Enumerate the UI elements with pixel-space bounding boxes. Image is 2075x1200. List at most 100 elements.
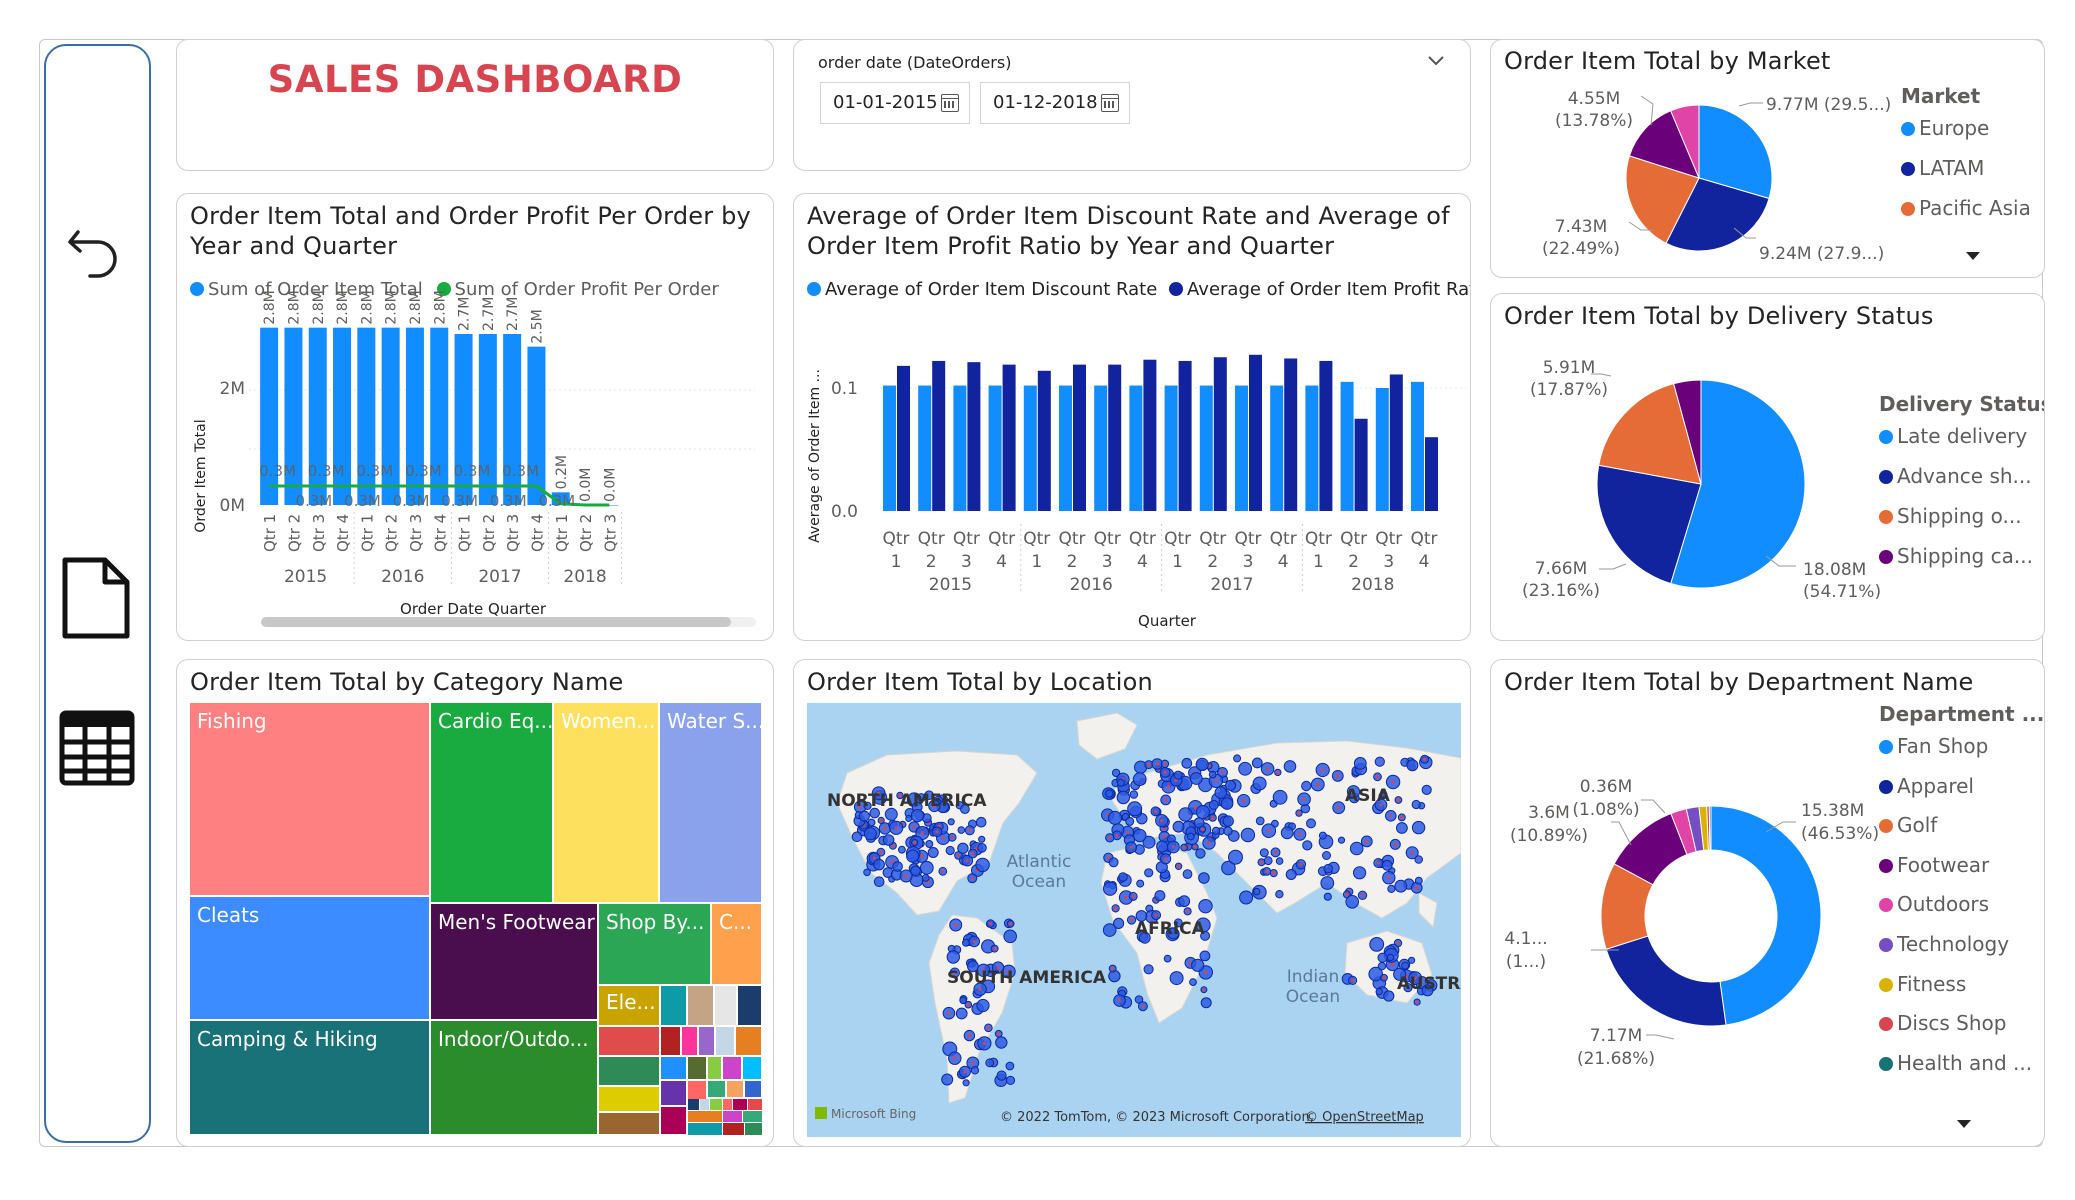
treemap-tile-small[interactable] (743, 1057, 763, 1081)
location-bubble (1178, 807, 1193, 822)
treemap-tile-small[interactable] (599, 1087, 661, 1113)
treemap-tile-small[interactable] (682, 1027, 699, 1057)
treemap-tile-water-sports[interactable]: Water S... (660, 703, 763, 904)
treemap-tile-shop-by-sport[interactable]: Shop By... (599, 904, 712, 986)
treemap-tile-small[interactable] (736, 1027, 763, 1057)
treemap-tile-small[interactable] (748, 1099, 763, 1111)
table-icon[interactable] (59, 710, 135, 786)
location-point (1302, 797, 1306, 801)
end-date-input[interactable]: 01-12-2018 (980, 82, 1130, 124)
location-bubble (1411, 799, 1421, 810)
treemap-tile-small[interactable] (723, 1111, 743, 1123)
legend-item[interactable]: Shipping o... (1879, 504, 2044, 544)
document-icon[interactable] (61, 556, 131, 640)
treemap-tile-c[interactable]: C... (712, 904, 763, 986)
treemap-tile-small[interactable] (661, 986, 688, 1027)
treemap-tile-small[interactable] (708, 1081, 727, 1099)
dept-label-golf-value: 4.1... (1504, 929, 1547, 949)
legend-item[interactable]: Advance sh... (1879, 464, 2044, 504)
treemap-tile-small[interactable] (688, 1057, 708, 1081)
treemap-tile-small[interactable] (599, 1057, 661, 1087)
legend-item[interactable]: LATAM (1901, 156, 2031, 196)
treemap-tile-small[interactable] (661, 1027, 682, 1057)
treemap-tile-mens-footwear[interactable]: Men's Footwear (431, 904, 599, 1021)
treemap-tile-small[interactable] (715, 986, 738, 1027)
treemap-tile-small[interactable] (699, 1027, 716, 1057)
location-bubble (955, 1007, 968, 1020)
legend-item[interactable]: Footwear (1879, 853, 2044, 893)
location-point (968, 828, 972, 832)
profit-ratio-bar (1389, 374, 1403, 511)
treemap-tile-cleats[interactable]: Cleats (190, 897, 431, 1021)
horizontal-scrollbar-thumb[interactable] (261, 617, 731, 627)
treemap-tile-small[interactable] (599, 1027, 661, 1057)
legend-item[interactable]: Technology (1879, 932, 2044, 972)
x-tick-number: 3 (961, 552, 972, 572)
location-point (1193, 845, 1197, 849)
legend-item[interactable]: Shipping ca... (1879, 544, 2044, 584)
treemap-tile-fishing[interactable]: Fishing (190, 703, 431, 897)
treemap-tile-small[interactable] (723, 1057, 743, 1081)
combo-chart[interactable]: Order Item Total 2M 0M Order Date Quarte… (177, 194, 774, 641)
treemap-tile-electronics[interactable]: Ele... (599, 986, 661, 1027)
location-point (1390, 962, 1394, 966)
treemap-tile-small[interactable] (723, 1123, 745, 1136)
delivery-pie-chart[interactable]: 18.08M (54.71%) 7.66M (23.16%) 5.91M (17… (1491, 294, 1881, 641)
legend-dot (1879, 977, 1893, 992)
treemap-tile-small[interactable] (599, 1113, 661, 1136)
location-point (941, 869, 945, 873)
treemap-tile-small[interactable] (688, 1111, 723, 1123)
treemap-tile-small[interactable] (733, 1099, 748, 1111)
location-point (1171, 845, 1175, 849)
treemap-tile-small[interactable] (716, 1027, 736, 1057)
legend-item[interactable]: Europe (1901, 116, 2031, 156)
treemap-tile-small[interactable] (700, 1099, 710, 1111)
calendar-icon[interactable] (1101, 94, 1119, 112)
dept-label-outdoors-value: 0.36M (1580, 777, 1633, 797)
treemap-tile-small[interactable] (661, 1081, 688, 1107)
treemap-tile-small[interactable] (688, 1099, 700, 1111)
location-bubble (1263, 856, 1273, 866)
treemap-tile-women[interactable]: Women... (554, 703, 660, 904)
treemap-tile-small[interactable] (738, 986, 763, 1027)
legend-item[interactable]: Fitness (1879, 972, 2044, 1012)
department-donut-chart[interactable]: 15.38M (46.53%) 7.17M (21.68%) 4.1... (1… (1491, 660, 1881, 1147)
calendar-icon[interactable] (941, 94, 959, 112)
legend-item[interactable]: Health and ... (1879, 1051, 2044, 1091)
treemap-tile-small[interactable] (688, 1123, 723, 1136)
ratio-chart[interactable]: Average of Order Item ... 0.1 0.0 Quarte… (794, 194, 1471, 641)
treemap-tile-small[interactable] (688, 986, 715, 1027)
location-bubble (1320, 876, 1335, 890)
x-tick-label: Qtr (1340, 529, 1367, 549)
legend-item[interactable]: Pacific Asia (1901, 196, 2031, 236)
legend-item[interactable]: Apparel (1879, 774, 2044, 814)
market-pie-chart[interactable]: 9.77M (29.5...) 9.24M (27.9...) 7.43M (2… (1491, 40, 1911, 278)
start-date-input[interactable]: 01-01-2015 (820, 82, 970, 124)
treemap-tile-camping-hiking[interactable]: Camping & Hiking (190, 1021, 431, 1136)
openstreetmap-link[interactable]: © OpenStreetMap (1305, 1110, 1424, 1125)
legend-item[interactable]: Discs Shop (1879, 1011, 2044, 1051)
treemap-tile-indoor-outdoor[interactable]: Indoor/Outdo... (431, 1021, 599, 1136)
treemap-tile-small[interactable] (661, 1057, 688, 1081)
legend-item[interactable]: Fan Shop (1879, 734, 2044, 774)
legend-item[interactable]: Late delivery (1879, 424, 2044, 464)
treemap-tile-small[interactable] (727, 1081, 745, 1099)
treemap-tile-small[interactable] (710, 1099, 723, 1111)
legend-scroll-down-icon[interactable] (1963, 250, 1983, 262)
location-map[interactable]: NORTH AMERICA SOUTH AMERICA ASIA AFRICA … (807, 703, 1461, 1137)
x-tick-label: Qtr 3 (310, 514, 328, 552)
legend-item[interactable]: Outdoors (1879, 892, 2044, 932)
treemap-tile-small[interactable] (708, 1057, 723, 1081)
legend-item[interactable]: Golf (1879, 813, 2044, 853)
treemap-tile-cardio[interactable]: Cardio Eq... (431, 703, 554, 904)
line-data-label: 0.3M (344, 492, 381, 510)
location-point (1351, 978, 1355, 982)
treemap-tile-small[interactable] (745, 1123, 763, 1136)
chevron-down-icon[interactable] (1427, 54, 1445, 68)
treemap-tile-small[interactable] (661, 1107, 688, 1136)
treemap-tile-small[interactable] (723, 1099, 733, 1111)
treemap-tile-small[interactable] (743, 1111, 763, 1123)
undo-icon[interactable] (64, 222, 124, 282)
treemap-tile-small[interactable] (745, 1081, 763, 1099)
legend-scroll-down-icon[interactable] (1954, 1118, 1974, 1130)
